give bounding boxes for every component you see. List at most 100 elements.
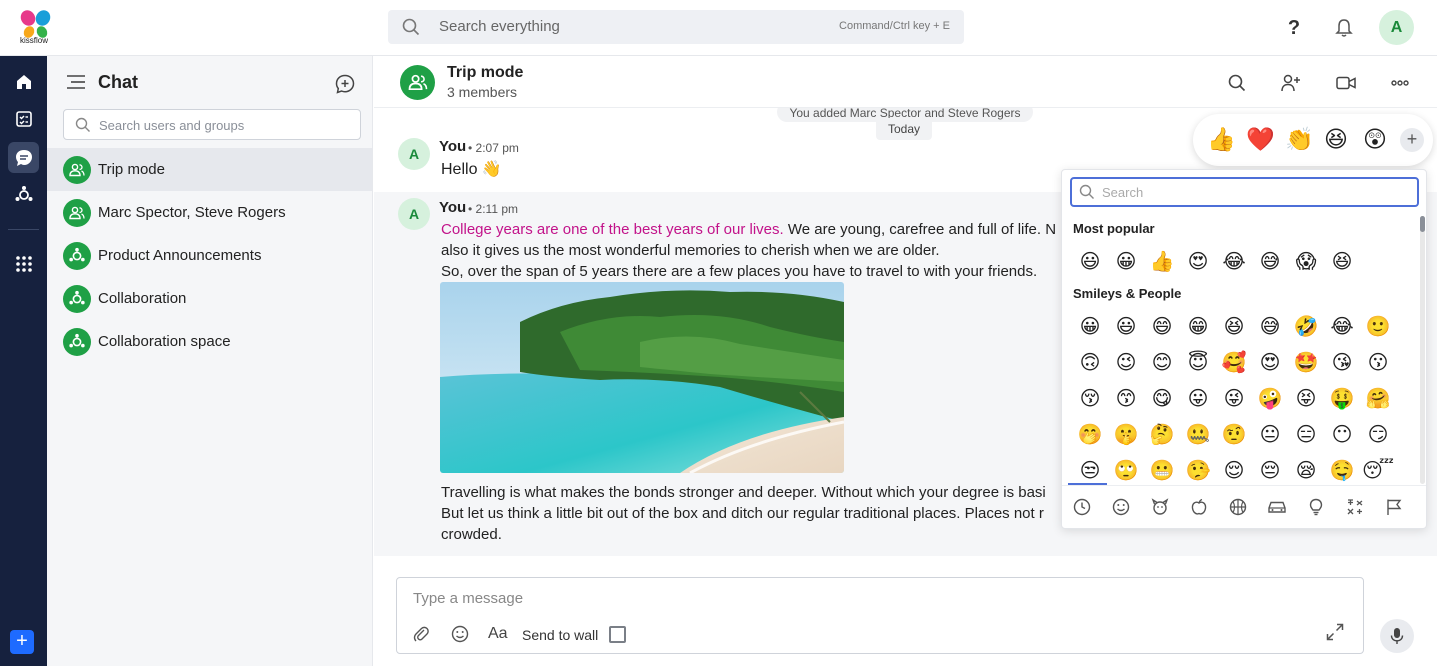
sidebar-item-product-announcements[interactable]: Product Announcements xyxy=(47,234,372,277)
notifications-button[interactable] xyxy=(1328,12,1360,44)
emoji-item[interactable]: 😍 xyxy=(1252,345,1288,381)
sidebar-item-collaboration[interactable]: Collaboration xyxy=(47,277,372,320)
emoji-item[interactable]: 😔 xyxy=(1252,453,1288,489)
emoji-item[interactable]: 😍 xyxy=(1180,244,1216,280)
emoji-item[interactable]: 😙 xyxy=(1108,381,1144,417)
chat-title[interactable]: Trip mode xyxy=(447,64,523,82)
rail-community[interactable] xyxy=(8,179,39,210)
tab-recent[interactable] xyxy=(1062,486,1101,528)
emoji-item[interactable]: 🤨 xyxy=(1216,417,1252,453)
reaction-heart[interactable]: ❤️ xyxy=(1246,125,1275,153)
emoji-item[interactable]: 😆 xyxy=(1324,244,1360,280)
emoji-item[interactable]: 😏 xyxy=(1360,417,1396,453)
emoji-item[interactable]: 😝 xyxy=(1288,381,1324,417)
emoji-item[interactable]: 🤭 xyxy=(1072,417,1108,453)
emoji-item[interactable]: 😊 xyxy=(1144,345,1180,381)
emoji-item[interactable]: 😱 xyxy=(1288,244,1324,280)
emoji-item[interactable]: 🙄 xyxy=(1108,453,1144,489)
emoji-item[interactable]: 🤤 xyxy=(1324,453,1360,489)
emoji-item[interactable]: 🤫 xyxy=(1108,417,1144,453)
emoji-item[interactable]: 😆 xyxy=(1216,309,1252,345)
tab-activities[interactable] xyxy=(1218,486,1257,528)
tab-smileys[interactable] xyxy=(1101,486,1140,528)
beach-image[interactable] xyxy=(440,282,844,473)
reaction-thumbs-up[interactable]: 👍 xyxy=(1207,125,1236,153)
tab-symbols[interactable] xyxy=(1335,486,1374,528)
emoji-item[interactable]: 😴 xyxy=(1360,453,1396,489)
tab-food[interactable] xyxy=(1179,486,1218,528)
more-options-button[interactable] xyxy=(1387,70,1413,96)
emoji-search-input[interactable]: Search xyxy=(1070,177,1419,207)
emoji-item[interactable]: 😂 xyxy=(1216,244,1252,280)
emoji-item[interactable]: 🥰 xyxy=(1216,345,1252,381)
rail-apps[interactable] xyxy=(8,248,39,279)
emoji-item[interactable]: 😛 xyxy=(1180,381,1216,417)
send-to-wall-checkbox[interactable] xyxy=(609,626,626,643)
emoji-item[interactable]: 👍 xyxy=(1144,244,1180,280)
emoji-item[interactable]: 😃 xyxy=(1108,309,1144,345)
rail-tasks[interactable] xyxy=(8,103,39,134)
emoji-item[interactable]: 🤪 xyxy=(1252,381,1288,417)
sidebar-item-trip-mode[interactable]: Trip mode xyxy=(47,148,372,191)
emoji-item[interactable]: 😘 xyxy=(1324,345,1360,381)
video-call-button[interactable] xyxy=(1333,70,1359,96)
emoji-item[interactable]: 😐 xyxy=(1252,417,1288,453)
emoji-item[interactable]: 🤥 xyxy=(1180,453,1216,489)
emoji-item[interactable]: 😄 xyxy=(1144,309,1180,345)
attach-button[interactable] xyxy=(413,625,429,643)
rail-chat[interactable] xyxy=(8,142,39,173)
create-new-button[interactable]: + xyxy=(10,630,34,654)
scrollbar-thumb[interactable] xyxy=(1420,216,1425,232)
sidebar-search-input[interactable]: Search users and groups xyxy=(63,109,361,140)
sidebar-item-marc-steve[interactable]: Marc Spector, Steve Rogers xyxy=(47,191,372,234)
emoji-item[interactable]: 😀 xyxy=(1108,244,1144,280)
sidebar-item-collaboration-space[interactable]: Collaboration space xyxy=(47,320,372,363)
new-chat-icon[interactable] xyxy=(335,74,355,94)
tab-flags[interactable] xyxy=(1374,486,1413,528)
voice-message-button[interactable] xyxy=(1380,619,1414,653)
emoji-item[interactable]: 😗 xyxy=(1360,345,1396,381)
emoji-item[interactable]: 🤗 xyxy=(1360,381,1396,417)
emoji-item[interactable]: 🙃 xyxy=(1072,345,1108,381)
emoji-item[interactable]: 😑 xyxy=(1288,417,1324,453)
format-text-button[interactable]: Aa xyxy=(488,625,508,643)
emoji-item[interactable]: 😬 xyxy=(1144,453,1180,489)
emoji-item[interactable]: 😇 xyxy=(1180,345,1216,381)
help-button[interactable]: ? xyxy=(1278,12,1310,44)
emoji-item[interactable]: 🤔 xyxy=(1144,417,1180,453)
emoji-item[interactable]: 😜 xyxy=(1216,381,1252,417)
emoji-item[interactable]: 😃 xyxy=(1072,244,1108,280)
emoji-item[interactable]: 🤑 xyxy=(1324,381,1360,417)
add-reaction-button[interactable]: + xyxy=(1400,128,1424,152)
emoji-item[interactable]: 😚 xyxy=(1072,381,1108,417)
global-search-input[interactable]: Search everything Command/Ctrl key + E xyxy=(388,10,964,44)
emoji-item[interactable]: 😀 xyxy=(1072,309,1108,345)
tab-animals[interactable] xyxy=(1140,486,1179,528)
emoji-item[interactable]: 🤐 xyxy=(1180,417,1216,453)
emoji-item[interactable]: 🤣 xyxy=(1288,309,1324,345)
emoji-item[interactable]: 😶 xyxy=(1324,417,1360,453)
emoji-item[interactable]: 😅 xyxy=(1252,244,1288,280)
emoji-item[interactable]: 😌 xyxy=(1216,453,1252,489)
rail-home[interactable] xyxy=(8,66,39,97)
tab-objects[interactable] xyxy=(1296,486,1335,528)
user-avatar[interactable]: A xyxy=(1379,10,1414,45)
reaction-astonished[interactable]: 😲 xyxy=(1363,125,1387,153)
emoji-item[interactable]: 😋 xyxy=(1144,381,1180,417)
expand-composer-button[interactable] xyxy=(1326,623,1344,641)
emoji-item[interactable]: 😪 xyxy=(1288,453,1324,489)
message-composer[interactable]: Type a message Aa Send to wall xyxy=(396,577,1364,654)
emoji-item[interactable]: 😉 xyxy=(1108,345,1144,381)
emoji-item[interactable]: 🙂 xyxy=(1360,309,1396,345)
emoji-item[interactable]: 😅 xyxy=(1252,309,1288,345)
reaction-clap[interactable]: 👏 xyxy=(1285,125,1314,153)
add-member-button[interactable] xyxy=(1278,70,1304,96)
picker-scrollbar[interactable] xyxy=(1420,216,1425,484)
chat-search-button[interactable] xyxy=(1224,70,1250,96)
tab-travel[interactable] xyxy=(1257,486,1296,528)
emoji-item[interactable]: 😂 xyxy=(1324,309,1360,345)
menu-collapse-icon[interactable] xyxy=(67,75,85,89)
emoji-item[interactable]: 😁 xyxy=(1180,309,1216,345)
emoji-button[interactable] xyxy=(451,625,469,643)
emoji-item[interactable]: 🤩 xyxy=(1288,345,1324,381)
